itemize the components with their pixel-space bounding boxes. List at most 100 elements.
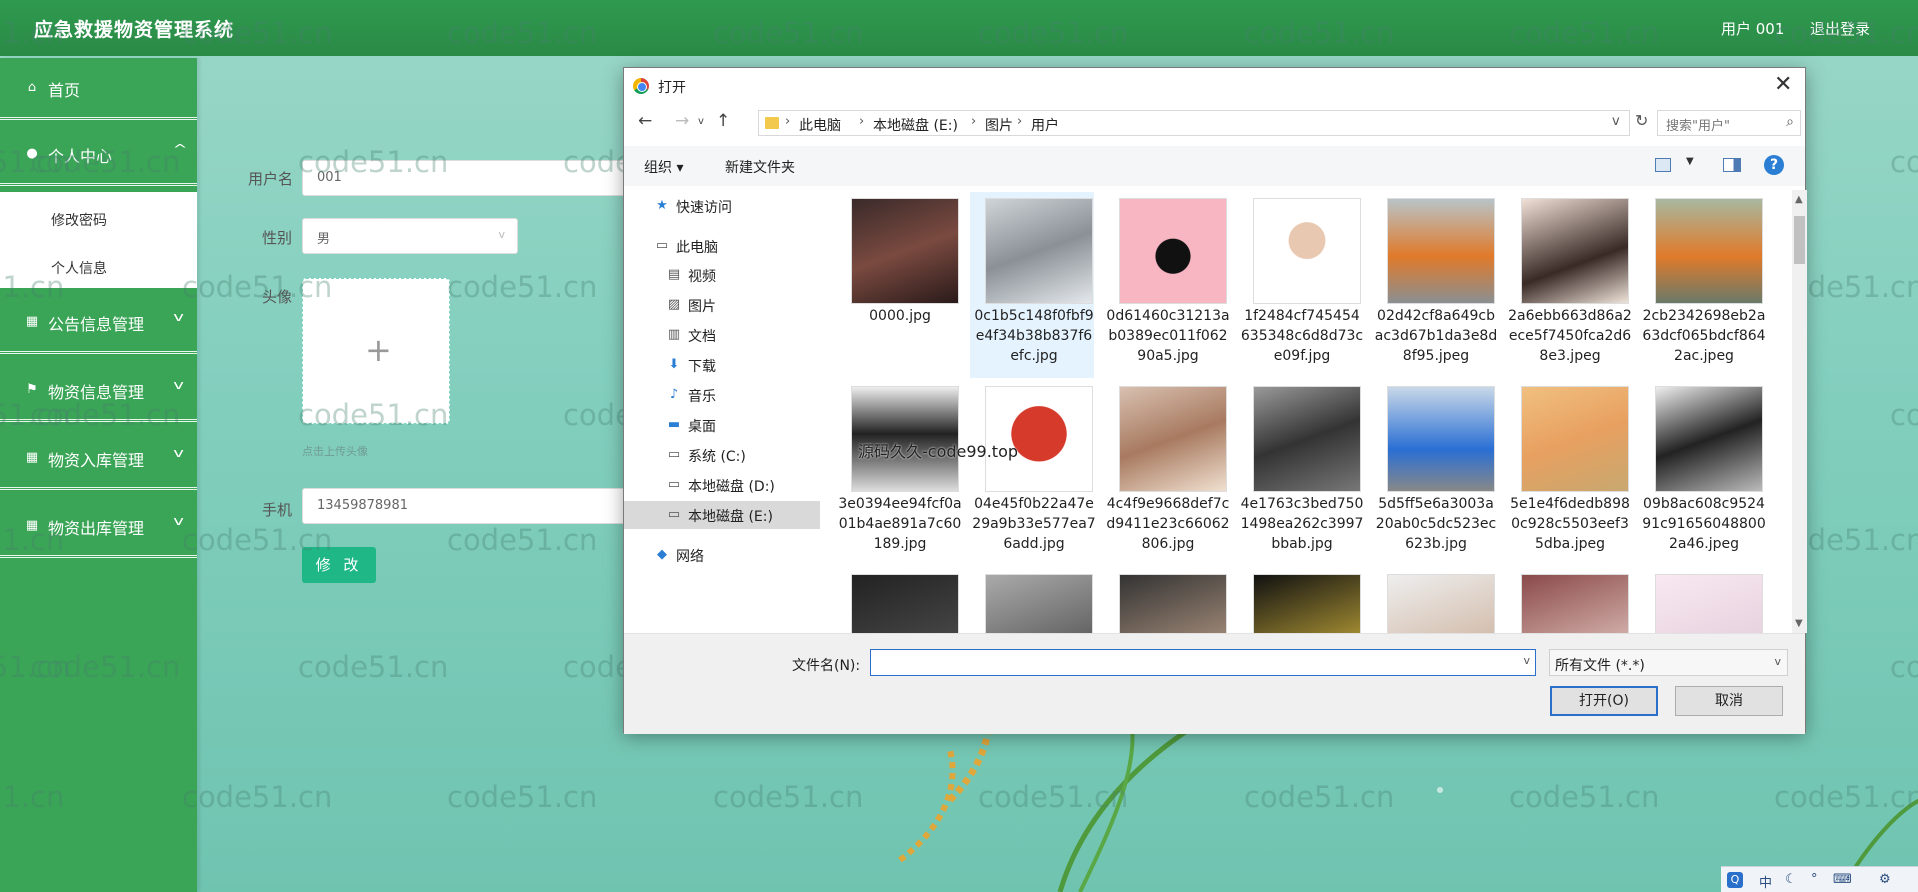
- vertical-scrollbar[interactable]: ▲ ▼: [1792, 190, 1807, 633]
- file-item[interactable]: 0c1b5c148f0fbf9e4f34b38b837f6efc.jpg: [970, 192, 1094, 378]
- nav-item-drive[interactable]: ▭ 本地磁盘 (E:): [624, 501, 820, 529]
- settings-icon[interactable]: ⚙: [1879, 872, 1891, 887]
- breadcrumb-pictures[interactable]: 图片: [985, 115, 1013, 135]
- nav-item-computer[interactable]: ▭ 此电脑: [624, 232, 820, 260]
- preview-pane-icon[interactable]: [1723, 158, 1741, 172]
- punctuation-icon[interactable]: °: [1811, 872, 1818, 887]
- new-folder-button[interactable]: 新建文件夹: [725, 157, 795, 177]
- filename-input[interactable]: v: [870, 649, 1536, 676]
- file-item[interactable]: 1f2484cf745454635348c6d8d73ce09f.jpg: [1238, 192, 1363, 378]
- refresh-icon[interactable]: ↻: [1635, 111, 1648, 130]
- top-header: 应急救援物资管理系统 用户 001 退出登录: [0, 0, 1918, 56]
- scroll-down-icon[interactable]: ▼: [1795, 618, 1803, 629]
- file-item[interactable]: [836, 568, 960, 633]
- file-item[interactable]: [1640, 568, 1764, 633]
- file-item[interactable]: [1238, 568, 1362, 633]
- breadcrumb-separator: ›: [859, 114, 865, 129]
- sidebar-item-personal-center[interactable]: ● 个人中心 ^: [0, 124, 197, 186]
- file-item[interactable]: 5e1e4f6dedb8980c928c5503eef35dba.jpeg: [1506, 380, 1630, 566]
- nav-item-drive[interactable]: ▭ 本地磁盘 (D:): [624, 471, 820, 499]
- view-mode-icon[interactable]: [1655, 158, 1671, 172]
- screen: { "app": {"title": "应急救援物资管理系统", "user":…: [0, 0, 1918, 892]
- file-item[interactable]: 09b8ac608c952491c916560488002a46.jpeg: [1640, 380, 1766, 566]
- breadcrumb-this-pc[interactable]: 此电脑: [799, 115, 841, 135]
- file-item[interactable]: 4c4f9e9668def7cd9411e23c66062806.jpg: [1104, 380, 1230, 566]
- home-icon: ⌂: [27, 79, 37, 95]
- sidebar-item-supply-info[interactable]: ⚑ 物资信息管理 v: [0, 360, 197, 422]
- sidebar-item-stock-out[interactable]: ▦ 物资出库管理 v: [0, 496, 197, 558]
- file-item[interactable]: 5d5ff5e6a3003a20ab0c5dc523ec623b.jpg: [1372, 380, 1496, 566]
- current-user: 用户 001: [1721, 20, 1785, 38]
- sidebar-item-notice-management[interactable]: ▦ 公告信息管理 v: [0, 292, 197, 354]
- file-thumbnail: [1655, 386, 1763, 492]
- file-name: 0c1b5c148f0fbf9e4f34b38b837f6efc.jpg: [974, 308, 1094, 364]
- scrollbar-thumb[interactable]: [1794, 216, 1805, 264]
- breadcrumb-drive-e[interactable]: 本地磁盘 (E:): [873, 115, 958, 135]
- submenu-personal-info[interactable]: 个人信息: [51, 258, 107, 278]
- moon-icon[interactable]: ☾: [1785, 872, 1797, 887]
- nav-item-download[interactable]: ⬇ 下载: [624, 351, 820, 379]
- keyboard-icon[interactable]: ⌨: [1833, 872, 1852, 887]
- cancel-button[interactable]: 取消: [1675, 686, 1783, 716]
- nav-item-document[interactable]: ▥ 文档: [624, 321, 820, 349]
- close-icon[interactable]: ✕: [1774, 72, 1792, 97]
- file-item[interactable]: 0d61460c31213ab0389ec011f06290a5.jpg: [1104, 192, 1230, 378]
- drive-icon: ▭: [667, 477, 681, 492]
- nav-item-network[interactable]: ◆ 网络: [624, 541, 820, 569]
- address-bar[interactable]: › 此电脑 › 本地磁盘 (E:) › 图片 › 用户 v: [758, 110, 1630, 136]
- chevron-down-icon[interactable]: ▼: [1686, 156, 1694, 167]
- file-thumbnail: [1521, 386, 1629, 492]
- back-arrow-icon[interactable]: ←: [638, 111, 652, 131]
- search-icon[interactable]: Q: [1727, 872, 1743, 888]
- username-label: 用户名: [248, 170, 294, 188]
- file-item[interactable]: 02d42cf8a649cbac3d67b1da3e8d8f95.jpeg: [1372, 192, 1497, 378]
- organize-menu[interactable]: 组织 ▾: [644, 157, 683, 177]
- submenu-change-password[interactable]: 修改密码: [51, 210, 107, 230]
- file-type-select[interactable]: 所有文件 (*.*) v: [1549, 649, 1788, 676]
- sidebar: ⌂ 首页 ● 个人中心 ^ 修改密码 个人信息 ▦ 公告信息管理 v ⚑ 物资信…: [0, 58, 197, 892]
- network-icon: ◆: [657, 547, 667, 562]
- help-icon[interactable]: ?: [1764, 155, 1784, 175]
- chevron-down-icon[interactable]: v: [1612, 114, 1620, 129]
- logout-link[interactable]: 退出登录: [1810, 18, 1870, 39]
- nav-item-music[interactable]: ♪ 音乐: [624, 381, 820, 409]
- nav-item-desktop[interactable]: ▬ 桌面: [624, 411, 820, 439]
- file-item[interactable]: 4e1763c3bed7501498ea262c3997bbab.jpg: [1238, 380, 1363, 566]
- username-field[interactable]: 001: [302, 160, 632, 196]
- file-item[interactable]: 04e45f0b22a47e29a9b33e577ea76add.jpg: [970, 380, 1096, 566]
- file-thumbnail: [1655, 574, 1763, 633]
- file-item[interactable]: 2cb2342698eb2a63dcf065bdcf8642ac.jpeg: [1640, 192, 1766, 378]
- desktop-icon: ▬: [667, 417, 681, 432]
- watermark-text: code51.cn: [1890, 650, 1918, 684]
- sidebar-item-home[interactable]: ⌂ 首页: [0, 58, 197, 120]
- up-arrow-icon[interactable]: ↑: [716, 111, 730, 131]
- file-item[interactable]: 2a6ebb663d86a2ece5f7450fca2d68e3.jpeg: [1506, 192, 1632, 378]
- file-item[interactable]: 3e0394ee94fcf0a01b4ae891a7c60189.jpg: [836, 380, 962, 566]
- file-item[interactable]: 0000.jpg: [836, 192, 960, 378]
- nav-item-video[interactable]: ▤ 视频: [624, 261, 820, 289]
- file-item[interactable]: [1372, 568, 1496, 633]
- file-item[interactable]: [1104, 568, 1228, 633]
- ime-language[interactable]: 中: [1759, 872, 1772, 891]
- gender-select[interactable]: 男 v: [302, 218, 518, 254]
- nav-item-drive[interactable]: ▭ 系统 (C:): [624, 441, 820, 469]
- nav-item-star[interactable]: ★ 快速访问: [624, 192, 820, 220]
- file-item[interactable]: [1506, 568, 1630, 633]
- search-icon: ⌕: [1786, 114, 1794, 130]
- filename-label: 文件名(N):: [792, 658, 861, 674]
- forward-arrow-icon[interactable]: →: [675, 111, 689, 131]
- open-button[interactable]: 打开(O): [1550, 686, 1658, 716]
- nav-item-picture[interactable]: ▨ 图片: [624, 291, 820, 319]
- chevron-down-icon[interactable]: v: [1523, 654, 1530, 667]
- breadcrumb-users[interactable]: 用户: [1031, 115, 1059, 135]
- recent-dropdown-icon[interactable]: v: [698, 116, 704, 127]
- scroll-up-icon[interactable]: ▲: [1795, 194, 1803, 205]
- avatar-upload[interactable]: +: [302, 278, 450, 424]
- sidebar-item-stock-in[interactable]: ▦ 物资入库管理 v: [0, 428, 197, 490]
- nav-item-label: 本地磁盘 (D:): [688, 479, 775, 495]
- file-item[interactable]: [970, 568, 1094, 633]
- search-input[interactable]: 搜索"用户" ⌕: [1657, 110, 1801, 136]
- submit-button[interactable]: 修 改: [302, 547, 376, 583]
- watermark-text: code51.cn: [978, 780, 1129, 814]
- phone-field[interactable]: 13459878981: [302, 488, 632, 524]
